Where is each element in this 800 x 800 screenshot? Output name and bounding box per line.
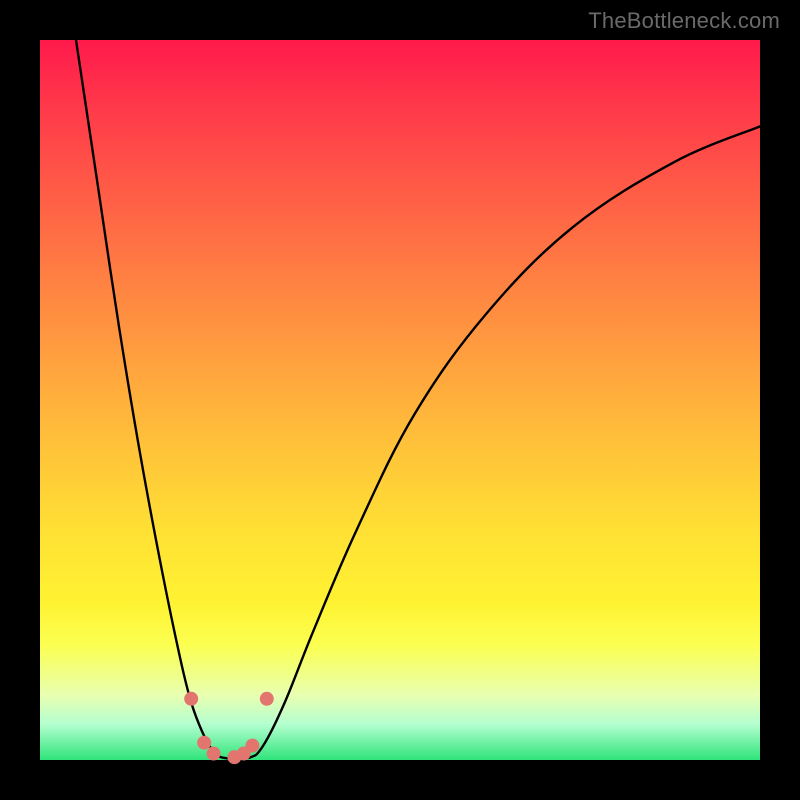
bottleneck-curve — [76, 40, 760, 759]
chart-svg — [40, 40, 760, 760]
marker-dot — [260, 692, 274, 706]
marker-dot — [184, 692, 198, 706]
marker-dot — [197, 736, 211, 750]
curve-markers — [184, 692, 274, 764]
watermark-text: TheBottleneck.com — [588, 8, 780, 34]
frame: TheBottleneck.com — [0, 0, 800, 800]
marker-dot — [245, 739, 259, 753]
marker-dot — [207, 747, 221, 761]
plot-area — [40, 40, 760, 760]
